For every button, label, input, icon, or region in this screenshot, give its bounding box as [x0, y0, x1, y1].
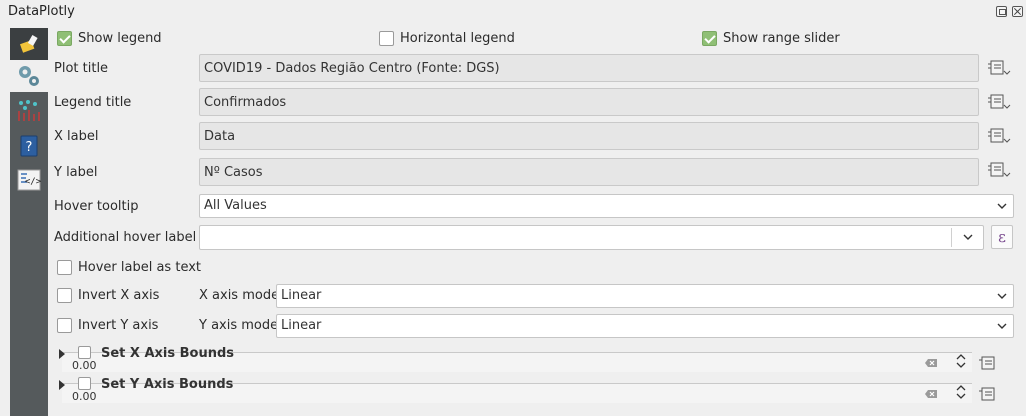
y-axis-mode-select[interactable]: Linear	[276, 314, 1014, 338]
x-bounds-value: 0.00	[72, 359, 97, 372]
combo-divider	[951, 228, 952, 247]
sidebar-item-settings[interactable]	[10, 60, 48, 92]
show-range-slider-checkbox[interactable]	[702, 31, 717, 46]
additional-hover-label-label: Additional hover label	[54, 230, 197, 245]
hover-tooltip-select[interactable]: All Values	[199, 194, 1014, 218]
invert-y-axis-checkbox[interactable]	[57, 318, 72, 333]
horizontal-legend-checkbox[interactable]	[379, 31, 394, 46]
additional-hover-label-input[interactable]	[199, 225, 984, 250]
show-range-slider-label: Show range slider	[723, 31, 840, 46]
y-label-input[interactable]: Nº Casos	[199, 158, 979, 186]
x-bounds-checkbox[interactable]	[78, 346, 91, 359]
code-icon: </>	[17, 169, 41, 191]
spin-arrows-icon[interactable]	[954, 352, 968, 370]
float-window-icon[interactable]	[996, 6, 1007, 17]
hover-label-as-text-label: Hover label as text	[78, 260, 201, 275]
collapse-triangle-icon[interactable]	[58, 379, 66, 391]
x-bounds-title: Set X Axis Bounds	[101, 346, 235, 361]
hover-tooltip-value: All Values	[204, 198, 267, 213]
gears-icon	[19, 66, 39, 86]
hover-tooltip-label: Hover tooltip	[54, 199, 139, 214]
x-axis-mode-value: Linear	[281, 288, 322, 303]
spin-arrows-icon[interactable]	[954, 383, 968, 401]
show-legend-label: Show legend	[78, 31, 162, 46]
invert-x-axis-checkbox[interactable]	[57, 288, 72, 303]
plot-title-input[interactable]: COVID19 - Dados Região Centro (Fonte: DG…	[199, 54, 979, 82]
data-defined-override-icon[interactable]	[986, 55, 1012, 81]
legend-title-input[interactable]: Confirmados	[199, 88, 979, 116]
svg-text:?: ?	[26, 140, 33, 155]
window-title: DataPlotly	[8, 4, 75, 19]
sidebar-item-chart[interactable]	[10, 94, 48, 126]
plot-brush-icon	[19, 35, 38, 53]
plot-title-label: Plot title	[54, 61, 109, 76]
data-defined-override-icon[interactable]	[978, 386, 1000, 402]
collapse-triangle-icon[interactable]	[58, 348, 66, 360]
data-defined-override-icon[interactable]	[986, 89, 1012, 115]
horizontal-legend-label: Horizontal legend	[400, 31, 515, 46]
x-axis-mode-select[interactable]: Linear	[276, 284, 1014, 308]
sidebar-item-plot[interactable]	[10, 28, 48, 60]
y-bounds-checkbox[interactable]	[78, 377, 91, 390]
sidebar-item-help[interactable]: ?	[10, 130, 48, 162]
y-bounds-value: 0.00	[72, 390, 97, 403]
chevron-down-icon	[997, 323, 1007, 329]
data-defined-override-icon[interactable]	[978, 355, 1000, 371]
clear-icon[interactable]	[924, 389, 938, 399]
help-book-icon: ?	[20, 135, 38, 157]
title-bar: DataPlotly	[0, 0, 1026, 24]
y-axis-mode-label: Y axis mode	[199, 318, 279, 333]
sidebar-item-code[interactable]: </>	[10, 164, 48, 196]
hover-label-as-text-checkbox[interactable]	[57, 260, 72, 275]
y-label-label: Y label	[54, 165, 98, 180]
svg-text:</>: </>	[25, 177, 41, 187]
legend-title-label: Legend title	[54, 95, 132, 110]
close-icon[interactable]	[1012, 6, 1023, 17]
y-bounds-title: Set Y Axis Bounds	[101, 377, 234, 392]
show-legend-checkbox[interactable]	[57, 31, 72, 46]
chevron-down-icon	[997, 293, 1007, 299]
chevron-down-icon	[997, 203, 1007, 209]
invert-y-axis-label: Invert Y axis	[78, 318, 159, 333]
invert-x-axis-label: Invert X axis	[78, 288, 160, 303]
bar-chart-icon	[18, 100, 40, 121]
y-axis-mode-value: Linear	[281, 318, 322, 333]
x-label-input[interactable]: Data	[199, 122, 979, 150]
clear-icon[interactable]	[924, 358, 938, 368]
x-label-label: X label	[54, 129, 99, 144]
data-defined-override-icon[interactable]	[986, 157, 1012, 183]
chevron-down-icon[interactable]	[961, 230, 975, 244]
data-defined-override-icon[interactable]	[986, 123, 1012, 149]
x-axis-mode-label: X axis mode	[199, 288, 280, 303]
sidebar: ? </>	[10, 28, 48, 416]
expression-button[interactable]: ε	[991, 225, 1013, 249]
